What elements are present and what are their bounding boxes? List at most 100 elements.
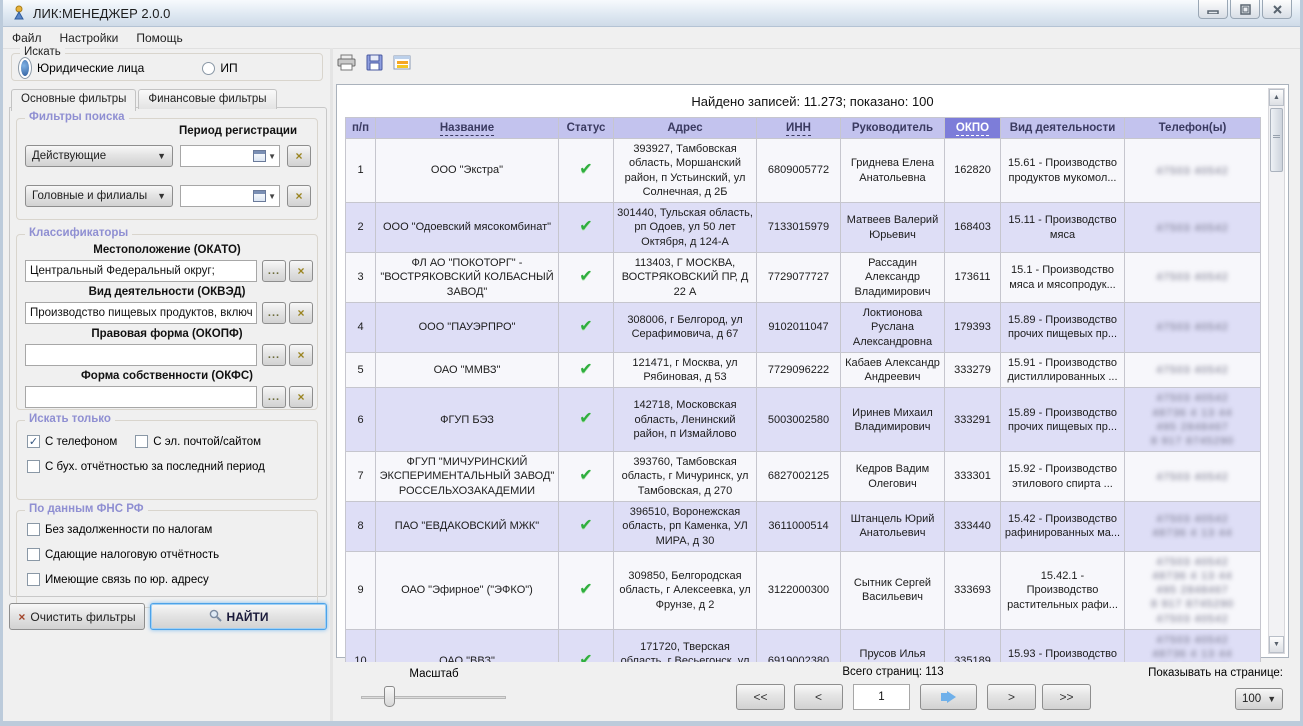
last-page-button[interactable]: >> (1042, 684, 1091, 710)
checkbox[interactable]: Без задолженности по налогам (27, 523, 289, 536)
browse-button[interactable]: ... (262, 260, 286, 282)
scale-label: Масштаб (394, 668, 474, 680)
menu-item[interactable]: Настройки (51, 29, 128, 47)
column-header-label: Название (440, 122, 494, 136)
branch-select[interactable]: Головные и филиалы▼ (25, 185, 173, 207)
column-header[interactable]: Телефон(ы) (1125, 118, 1261, 139)
inn: 3611000514 (757, 502, 841, 552)
filter-tab[interactable]: Основные фильтры (11, 89, 136, 111)
go-page-button[interactable] (920, 684, 977, 710)
checkbox[interactable]: Сдающие налоговую отчётность (27, 548, 289, 561)
column-header[interactable]: п/п (346, 118, 376, 139)
classifier-input[interactable] (25, 386, 257, 408)
scrollbar-track[interactable]: ▲ ▼ (1268, 88, 1285, 654)
first-page-button[interactable]: << (736, 684, 785, 710)
row-number: 2 (346, 203, 376, 253)
splitter[interactable] (330, 48, 333, 721)
classifier-label: Местоположение (ОКАТО) (17, 243, 317, 256)
status-select[interactable]: Действующие▼ (25, 145, 173, 167)
clear-filters-button[interactable]: × Очистить фильтры (9, 603, 145, 630)
column-header[interactable]: Название (376, 118, 559, 139)
clear-date-from-button[interactable]: × (287, 145, 311, 167)
x-icon: × (18, 610, 25, 624)
scrollbar-down-button[interactable]: ▼ (1269, 636, 1284, 653)
status-ok-icon: ✔ (579, 268, 592, 285)
next-page-button[interactable]: > (987, 684, 1036, 710)
table-row[interactable]: 8ПАО "ЕВДАКОВСКИЙ МЖК"✔396510, Воронежск… (346, 502, 1261, 552)
table-row[interactable]: 4ООО "ПАУЭРПРО"✔308006, г Белгород, ул С… (346, 302, 1261, 352)
clear-date-to-button[interactable]: × (287, 185, 311, 207)
date-to-input[interactable]: ▼ (180, 185, 280, 207)
column-header[interactable]: Вид деятельности (1001, 118, 1125, 139)
per-page-select[interactable]: 100▼ (1235, 688, 1283, 710)
search-filters-group: Фильтры поиска Период регистрации Действ… (16, 118, 318, 220)
address: 308006, г Белгород, ул Серафимовича, д 6… (614, 302, 757, 352)
classifier-input[interactable] (25, 260, 257, 282)
address: 393927, Тамбовская область, Моршанский р… (614, 139, 757, 203)
table-row[interactable]: 1ООО "Экстра"✔393927, Тамбовская область… (346, 139, 1261, 203)
table-row[interactable]: 5ОАО "ММВЗ"✔121471, г Москва, ул Рябинов… (346, 352, 1261, 388)
inn: 6809005772 (757, 139, 841, 203)
scale-slider[interactable] (361, 696, 506, 699)
browse-button[interactable]: ... (262, 386, 286, 408)
status: ✔ (559, 302, 614, 352)
company-name: ООО "Экстра" (376, 139, 559, 203)
table-row[interactable]: 7ФГУП "МИЧУРИНСКИЙ ЭКСПЕРИМЕНТАЛЬНЫЙ ЗАВ… (346, 452, 1261, 502)
browse-button[interactable]: ... (262, 302, 286, 324)
results-table: п/п Название СтатусАдресИННРуководитель ОКП… (345, 117, 1261, 693)
search-only-group: Искать только ✓ С телефоном С эл. почтой… (16, 420, 318, 500)
classifier-input[interactable] (25, 344, 257, 366)
minimize-button[interactable] (1198, 0, 1228, 19)
find-button[interactable]: НАЙТИ (150, 603, 327, 630)
clear-classifier-button[interactable]: × (289, 302, 313, 324)
clear-classifier-button[interactable]: × (289, 260, 313, 282)
save-button[interactable] (363, 51, 385, 73)
phones-redacted: 47503 4054248736 4 13 44 (1125, 502, 1261, 552)
column-header[interactable]: ОКПО (945, 118, 1001, 139)
close-button[interactable] (1262, 0, 1292, 19)
checkbox[interactable]: С эл. почтой/сайтом (135, 435, 261, 448)
checkbox-icon (27, 548, 40, 561)
column-header[interactable]: Руководитель (841, 118, 945, 139)
date-from-input[interactable]: ▼ (180, 145, 280, 167)
radio-option[interactable]: ИП (202, 61, 237, 75)
scrollbar-up-button[interactable]: ▲ (1269, 89, 1284, 106)
checkbox[interactable]: Имеющие связь по юр. адресу (27, 573, 289, 586)
table-row[interactable]: 2ООО "Одоевский мясокомбинат"✔301440, Ту… (346, 203, 1261, 253)
company-name: ФГУП БЭЗ (376, 388, 559, 452)
page-input[interactable] (853, 684, 910, 710)
okpo: 333440 (945, 502, 1001, 552)
maximize-button[interactable] (1230, 0, 1260, 19)
column-header[interactable]: Статус (559, 118, 614, 139)
status-select-value: Действующие (32, 150, 106, 162)
browse-button[interactable]: ... (262, 344, 286, 366)
scrollbar-thumb[interactable] (1270, 108, 1283, 172)
checkbox[interactable]: С бух. отчётностью за последний период (27, 460, 265, 473)
status: ✔ (559, 388, 614, 452)
menu-item[interactable]: Помощь (127, 29, 191, 47)
checkbox[interactable]: ✓ С телефоном (27, 435, 117, 448)
table-row[interactable]: 6ФГУП БЭЗ✔142718, Московская область, Ле… (346, 388, 1261, 452)
prev-page-button[interactable]: < (794, 684, 843, 710)
status-ok-icon: ✔ (579, 361, 592, 378)
slider-thumb[interactable] (384, 686, 395, 707)
clear-classifier-button[interactable]: × (289, 386, 313, 408)
column-header[interactable]: ИНН (757, 118, 841, 139)
table-row[interactable]: 3ФЛ АО "ПОКОТОРГ" - "ВОСТРЯКОВСКИЙ КОЛБА… (346, 253, 1261, 303)
company-name: ПАО "ЕВДАКОВСКИЙ МЖК" (376, 502, 559, 552)
classifier-input[interactable] (25, 302, 257, 324)
column-header[interactable]: Адрес (614, 118, 757, 139)
menu-item[interactable]: Файл (3, 29, 51, 47)
columns-button[interactable] (391, 51, 413, 73)
column-header-label: ОКПО (956, 122, 989, 136)
clear-classifier-button[interactable]: × (289, 344, 313, 366)
table-row[interactable]: 9ОАО "Эфирное" ("ЭФКО")✔309850, Белгород… (346, 551, 1261, 629)
filter-tab[interactable]: Финансовые фильтры (138, 89, 276, 109)
phones-redacted: 47503 4054248736 4 13 44495 28484678 917… (1125, 388, 1261, 452)
print-button[interactable] (335, 51, 357, 73)
okpo: 179393 (945, 302, 1001, 352)
radio-option[interactable]: Юридические лица (18, 57, 144, 79)
activity: 15.89 - Производство прочих пищевых пр..… (1001, 302, 1125, 352)
status-ok-icon: ✔ (579, 467, 592, 484)
calendar-icon (253, 150, 266, 162)
